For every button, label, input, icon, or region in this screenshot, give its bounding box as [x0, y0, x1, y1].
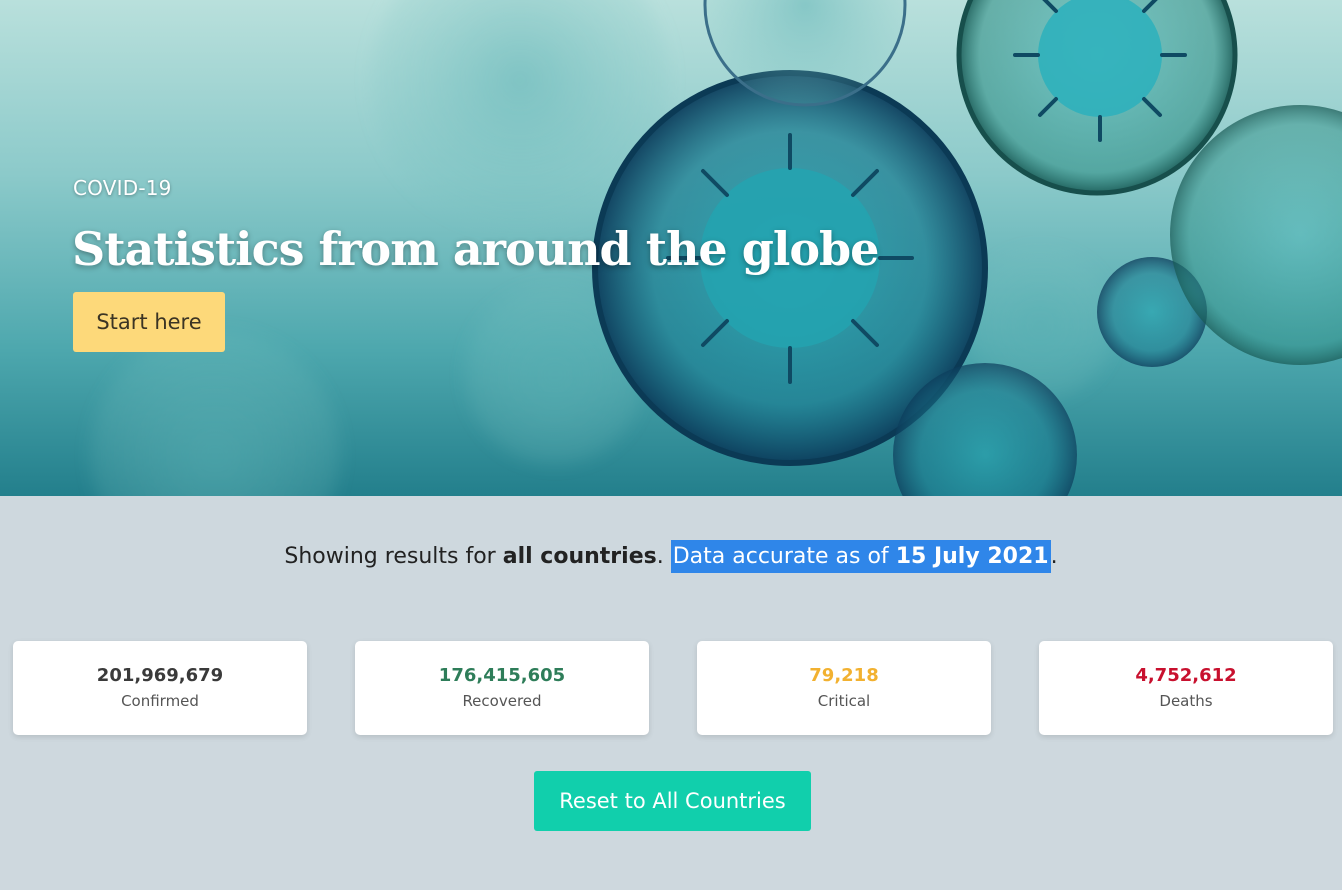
stat-card-recovered: 176,415,605 Recovered [355, 641, 649, 735]
start-here-button[interactable]: Start here [73, 292, 225, 352]
stat-value: 176,415,605 [438, 665, 566, 686]
stat-label: Deaths [1159, 692, 1213, 710]
summary-suffix: . [1050, 544, 1058, 569]
summary-scope: all countries [502, 544, 657, 569]
stat-label: Critical [817, 692, 871, 710]
summary-separator: . [656, 544, 664, 569]
stat-card-confirmed: 201,969,679 Confirmed [13, 641, 307, 735]
hero-eyebrow: COVID-19 [73, 176, 172, 200]
stat-value: 201,969,679 [96, 665, 224, 686]
selected-text-highlight: Data accurate as of 15 July 2021 [670, 540, 1051, 573]
results-summary: Showing results for all countries. Data … [0, 540, 1342, 573]
stat-label: Confirmed [121, 692, 199, 710]
accuracy-prefix: Data accurate as of [672, 544, 896, 569]
stat-card-critical: 79,218 Critical [697, 641, 991, 735]
stat-label: Recovered [462, 692, 542, 710]
data-date: 15 July 2021 [895, 544, 1049, 569]
hero-banner: COVID-19 Statistics from around the glob… [0, 0, 1342, 496]
hero-title: Statistics from around the globe [72, 222, 879, 276]
stat-value: 4,752,612 [1135, 665, 1237, 686]
reset-all-countries-button[interactable]: Reset to All Countries [534, 771, 811, 831]
stat-card-deaths: 4,752,612 Deaths [1039, 641, 1333, 735]
summary-prefix: Showing results for [284, 544, 503, 569]
stat-value: 79,218 [809, 665, 879, 686]
stats-cards: 201,969,679 Confirmed 176,415,605 Recove… [0, 641, 1342, 735]
